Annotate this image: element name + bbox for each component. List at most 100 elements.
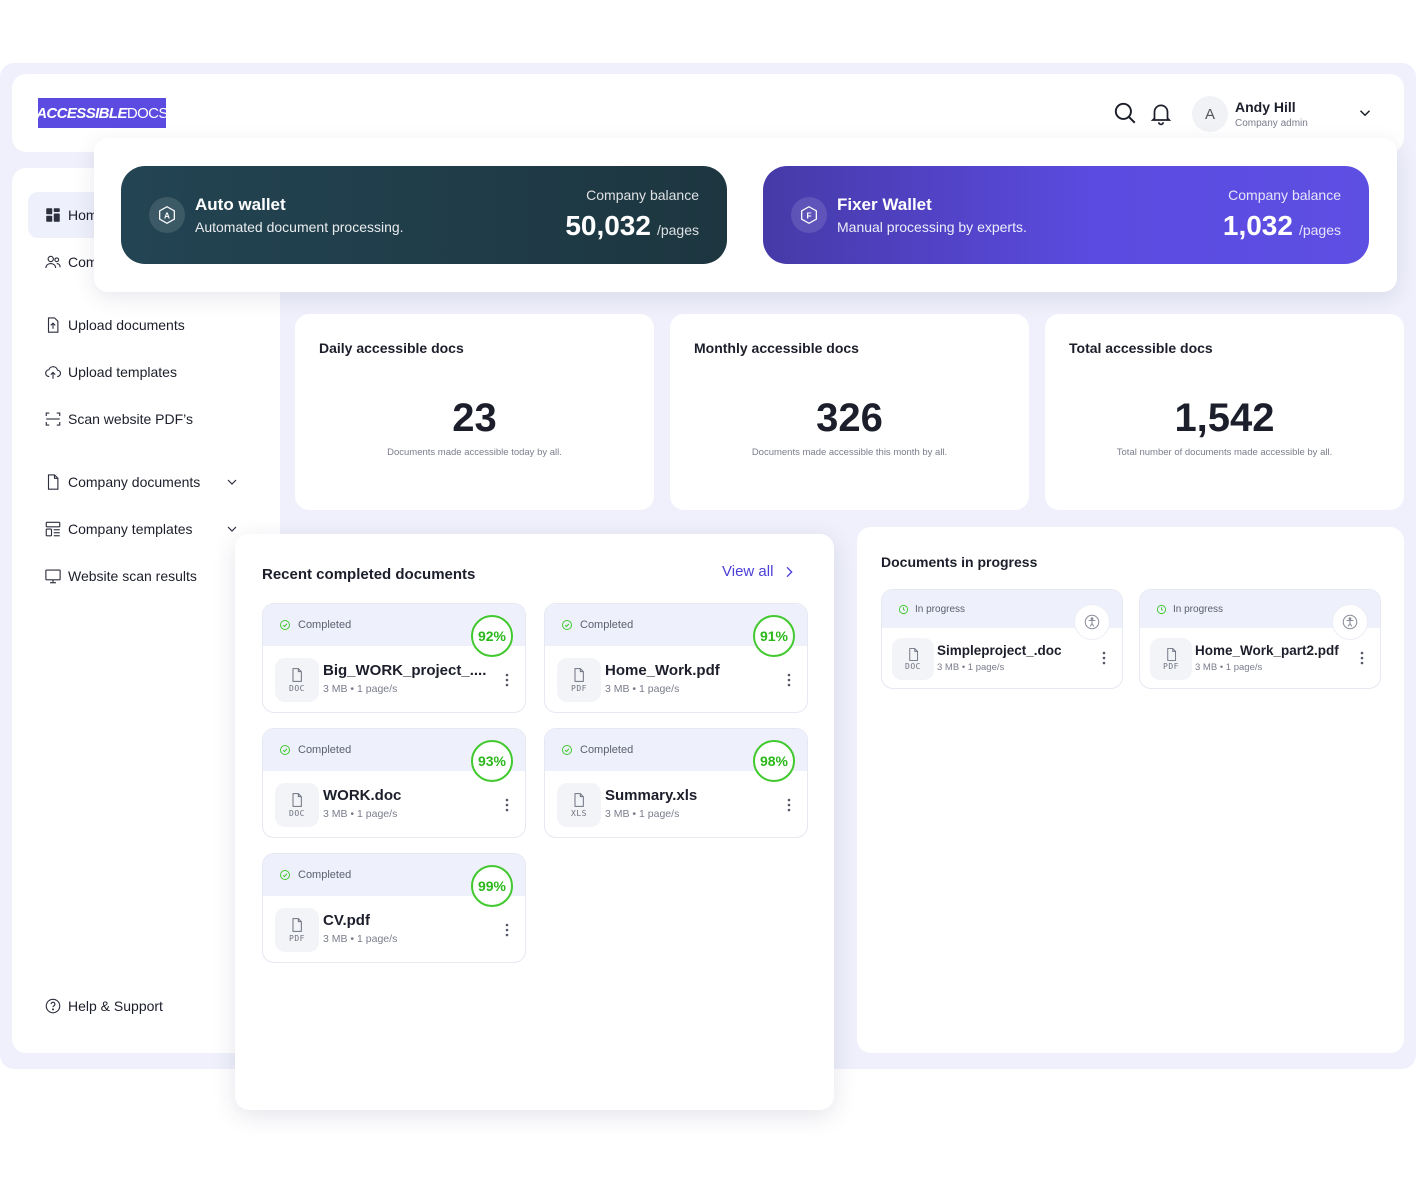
sidebar-item-website-scan-results[interactable]: Website scan results — [28, 553, 252, 599]
file-name: Summary.xls — [605, 787, 698, 804]
wallet-balance-value: 1,032 — [1222, 210, 1293, 241]
more-options-icon[interactable] — [785, 797, 793, 813]
pdf-file-icon: PDF — [557, 658, 601, 702]
avatar[interactable]: A — [1192, 96, 1228, 132]
in-progress-card[interactable]: In progress PDF Home_Work_part2.pdf 3 MB… — [1139, 589, 1381, 689]
users-icon — [45, 255, 61, 269]
stat-description: Total number of documents made accessibl… — [1116, 447, 1333, 458]
more-options-icon[interactable] — [785, 672, 793, 688]
chevron-down-icon[interactable] — [224, 521, 240, 537]
more-options-icon[interactable] — [1100, 650, 1108, 666]
status-text: Completed — [580, 619, 634, 631]
in-progress-title: Documents in progress — [881, 554, 1038, 570]
auto-wallet-card[interactable]: A Auto wallet Automated document process… — [121, 166, 727, 264]
stat-title: Total accessible docs — [1069, 340, 1213, 356]
completed-doc-card[interactable]: Completed 92% DOC Big_WORK_project_.... … — [262, 603, 526, 713]
file-ext: PDF — [289, 934, 305, 943]
scan-icon — [45, 412, 61, 426]
sidebar-item-upload-documents[interactable]: Upload documents — [28, 302, 252, 348]
completed-doc-card[interactable]: Completed 93% DOC WORK.doc 3 MB • 1 page… — [262, 728, 526, 838]
more-options-icon[interactable] — [1358, 650, 1366, 666]
wallet-balance-label: Company balance — [1228, 187, 1341, 203]
recent-completed-title: Recent completed documents — [262, 566, 476, 583]
check-circle-icon — [280, 870, 290, 880]
view-all-link[interactable]: View all — [722, 563, 797, 580]
file-ext: DOC — [289, 684, 305, 693]
status-text: Completed — [298, 869, 352, 881]
score-badge: 92% — [471, 615, 513, 657]
wallet-balance-value: 50,032 — [565, 210, 651, 241]
doc-file-icon: DOC — [275, 658, 319, 702]
file-meta: 3 MB • 1 page/s — [605, 683, 680, 695]
wallet-subtitle: Automated document processing. — [195, 219, 404, 235]
file-meta: 3 MB • 1 page/s — [937, 662, 1005, 673]
clock-icon — [1156, 604, 1167, 615]
status-badge: Completed — [279, 744, 351, 756]
document-icon — [47, 474, 59, 490]
sidebar-item-upload-templates[interactable]: Upload templates — [28, 349, 252, 395]
check-circle-icon — [562, 620, 572, 630]
chevron-down-icon[interactable] — [224, 474, 240, 490]
wallet-balance-label: Company balance — [586, 187, 699, 203]
clock-icon — [898, 604, 909, 615]
sidebar-item-company-documents[interactable]: Company documents — [28, 459, 252, 505]
score-badge: 99% — [471, 865, 513, 907]
completed-doc-card[interactable]: Completed 98% XLS Summary.xls 3 MB • 1 p… — [544, 728, 808, 838]
status-badge: Completed — [279, 619, 351, 631]
bell-icon[interactable] — [1148, 100, 1174, 126]
xls-file-icon: XLS — [557, 783, 601, 827]
sidebar-item-company-templates[interactable]: Company templates — [28, 506, 252, 552]
score-badge: 91% — [753, 615, 795, 657]
doc-file-icon: DOC — [275, 783, 319, 827]
file-meta: 3 MB • 1 page/s — [323, 683, 398, 695]
stat-card-daily: Daily accessible docs 23 Documents made … — [295, 314, 654, 510]
wallet-balance-unit: /pages — [1298, 222, 1341, 238]
accessibility-icon[interactable] — [1074, 604, 1110, 640]
more-options-icon[interactable] — [503, 922, 511, 938]
file-meta: 3 MB • 1 page/s — [323, 808, 398, 820]
status-badge: Completed — [561, 619, 633, 631]
file-ext: DOC — [905, 662, 921, 671]
grid-icon — [46, 208, 60, 222]
chevron-down-icon[interactable] — [1356, 104, 1374, 122]
help-support-link[interactable]: Help & Support — [28, 983, 252, 1029]
completed-doc-card[interactable]: Completed 91% PDF Home_Work.pdf 3 MB • 1… — [544, 603, 808, 713]
file-name: Home_Work_part2.pdf — [1195, 643, 1339, 658]
help-icon — [45, 998, 61, 1014]
file-ext: PDF — [1163, 662, 1179, 671]
wallet-balance-unit: /pages — [656, 222, 699, 238]
auto-wallet-badge-icon: A — [149, 197, 185, 233]
wallet-title: Auto wallet — [195, 195, 286, 214]
wallet-balance: 1,032 /pages — [1223, 210, 1341, 242]
template-icon — [45, 521, 61, 537]
sidebar-item-scan-website[interactable]: Scan website PDF’s — [28, 396, 252, 442]
status-badge: Completed — [561, 744, 633, 756]
file-name: Home_Work.pdf — [605, 662, 720, 679]
check-circle-icon — [280, 745, 290, 755]
check-circle-icon — [562, 745, 572, 755]
sidebar-item-label: Upload templates — [68, 364, 177, 380]
more-options-icon[interactable] — [503, 672, 511, 688]
status-badge: Completed — [279, 869, 351, 881]
wallet-subtitle: Manual processing by experts. — [837, 219, 1027, 235]
cloud-upload-icon — [45, 366, 62, 379]
accessibledocs-logo[interactable]: ACCESSIBLE DOCS — [36, 98, 168, 128]
sidebar-item-label: Company templates — [68, 521, 193, 537]
status-badge: In progress — [1156, 604, 1223, 615]
completed-doc-card[interactable]: Completed 99% PDF CV.pdf 3 MB • 1 page/s — [262, 853, 526, 963]
doc-file-icon: DOC — [892, 638, 934, 680]
chevron-right-icon — [786, 566, 794, 577]
sidebar-item-label: Scan website PDF’s — [68, 411, 194, 427]
score-badge: 98% — [753, 740, 795, 782]
search-icon[interactable] — [1112, 100, 1138, 126]
file-ext: PDF — [571, 684, 587, 693]
avatar-initial: A — [1204, 105, 1215, 123]
more-options-icon[interactable] — [503, 797, 511, 813]
in-progress-card[interactable]: In progress DOC Simpleproject_.doc 3 MB … — [881, 589, 1123, 689]
wallet-balance: 50,032 /pages — [565, 210, 699, 242]
pdf-file-icon: PDF — [1150, 638, 1192, 680]
fixer-wallet-card[interactable]: F Fixer Wallet Manual processing by expe… — [763, 166, 1369, 264]
status-text: Completed — [298, 619, 352, 631]
accessibility-icon[interactable] — [1332, 604, 1368, 640]
user-role: Company admin — [1235, 118, 1308, 129]
